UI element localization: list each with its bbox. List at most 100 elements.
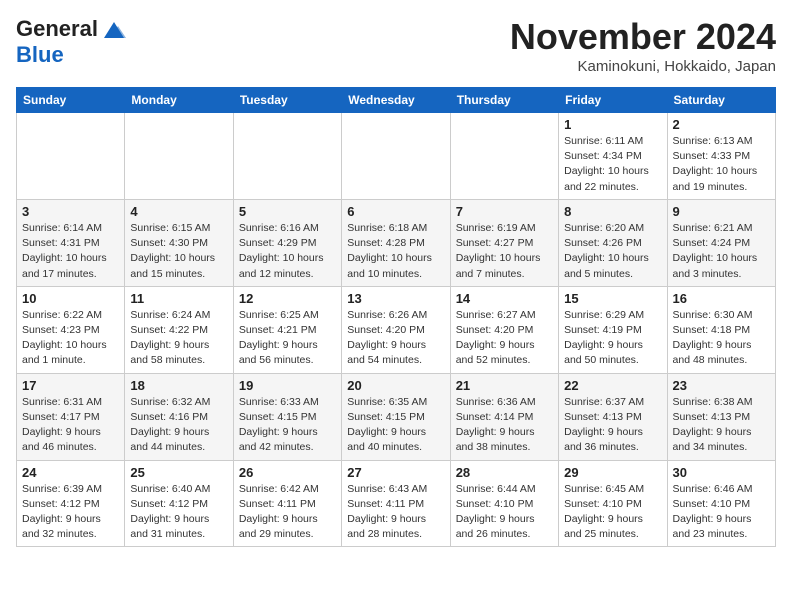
day-info: Sunrise: 6:18 AM Sunset: 4:28 PM Dayligh… bbox=[347, 221, 444, 282]
calendar-cell: 7 Sunrise: 6:19 AM Sunset: 4:27 PM Daylig… bbox=[450, 199, 558, 286]
calendar-cell bbox=[17, 113, 125, 200]
day-number: 18 bbox=[130, 378, 227, 393]
day-info: Sunrise: 6:21 AM Sunset: 4:24 PM Dayligh… bbox=[673, 221, 770, 282]
weekday-header-thursday: Thursday bbox=[450, 88, 558, 113]
calendar-cell: 28 Sunrise: 6:44 AM Sunset: 4:10 PM Dayli… bbox=[450, 460, 558, 547]
calendar-cell: 9 Sunrise: 6:21 AM Sunset: 4:24 PM Daylig… bbox=[667, 199, 775, 286]
day-number: 16 bbox=[673, 291, 770, 306]
day-info: Sunrise: 6:36 AM Sunset: 4:14 PM Dayligh… bbox=[456, 395, 553, 456]
calendar-cell: 2Sunrise: 6:13 AM Sunset: 4:33 PM Daylig… bbox=[667, 113, 775, 200]
day-number: 6 bbox=[347, 204, 444, 219]
day-info: Sunrise: 6:46 AM Sunset: 4:10 PM Dayligh… bbox=[673, 482, 770, 543]
day-info: Sunrise: 6:25 AM Sunset: 4:21 PM Dayligh… bbox=[239, 308, 336, 369]
day-info: Sunrise: 6:16 AM Sunset: 4:29 PM Dayligh… bbox=[239, 221, 336, 282]
calendar-cell: 18Sunrise: 6:32 AM Sunset: 4:16 PM Dayli… bbox=[125, 373, 233, 460]
day-info: Sunrise: 6:14 AM Sunset: 4:31 PM Dayligh… bbox=[22, 221, 119, 282]
day-info: Sunrise: 6:33 AM Sunset: 4:15 PM Dayligh… bbox=[239, 395, 336, 456]
day-number: 15 bbox=[564, 291, 661, 306]
weekday-header-wednesday: Wednesday bbox=[342, 88, 450, 113]
day-number: 14 bbox=[456, 291, 553, 306]
day-info: Sunrise: 6:40 AM Sunset: 4:12 PM Dayligh… bbox=[130, 482, 227, 543]
calendar-cell: 16 Sunrise: 6:30 AM Sunset: 4:18 PM Dayli… bbox=[667, 286, 775, 373]
calendar-table: SundayMondayTuesdayWednesdayThursdayFrid… bbox=[16, 87, 776, 547]
day-number: 22 bbox=[564, 378, 661, 393]
day-number: 24 bbox=[22, 465, 119, 480]
calendar-cell: 26 Sunrise: 6:42 AM Sunset: 4:11 PM Dayli… bbox=[233, 460, 341, 547]
calendar-cell bbox=[233, 113, 341, 200]
day-number: 13 bbox=[347, 291, 444, 306]
calendar-cell bbox=[342, 113, 450, 200]
calendar-week-2: 3 Sunrise: 6:14 AM Sunset: 4:31 PM Daylig… bbox=[17, 199, 776, 286]
calendar-cell: 10 Sunrise: 6:22 AM Sunset: 4:23 PM Dayli… bbox=[17, 286, 125, 373]
day-number: 30 bbox=[673, 465, 770, 480]
logo-blue-text: Blue bbox=[16, 42, 64, 67]
day-info: Sunrise: 6:29 AM Sunset: 4:19 PM Dayligh… bbox=[564, 308, 661, 369]
calendar-cell: 29 Sunrise: 6:45 AM Sunset: 4:10 PM Dayli… bbox=[559, 460, 667, 547]
day-info: Sunrise: 6:30 AM Sunset: 4:18 PM Dayligh… bbox=[673, 308, 770, 369]
day-number: 29 bbox=[564, 465, 661, 480]
calendar-cell: 21Sunrise: 6:36 AM Sunset: 4:14 PM Dayli… bbox=[450, 373, 558, 460]
calendar-cell: 4 Sunrise: 6:15 AM Sunset: 4:30 PM Daylig… bbox=[125, 199, 233, 286]
calendar-cell: 25Sunrise: 6:40 AM Sunset: 4:12 PM Dayli… bbox=[125, 460, 233, 547]
day-info: Sunrise: 6:31 AM Sunset: 4:17 PM Dayligh… bbox=[22, 395, 119, 456]
day-number: 12 bbox=[239, 291, 336, 306]
calendar-cell: 13 Sunrise: 6:26 AM Sunset: 4:20 PM Dayli… bbox=[342, 286, 450, 373]
day-number: 9 bbox=[673, 204, 770, 219]
day-number: 26 bbox=[239, 465, 336, 480]
calendar-cell: 30 Sunrise: 6:46 AM Sunset: 4:10 PM Dayli… bbox=[667, 460, 775, 547]
calendar-week-5: 24 Sunrise: 6:39 AM Sunset: 4:12 PM Dayli… bbox=[17, 460, 776, 547]
day-number: 28 bbox=[456, 465, 553, 480]
calendar-cell: 1Sunrise: 6:11 AM Sunset: 4:34 PM Daylig… bbox=[559, 113, 667, 200]
calendar-cell: 8 Sunrise: 6:20 AM Sunset: 4:26 PM Daylig… bbox=[559, 199, 667, 286]
day-number: 10 bbox=[22, 291, 119, 306]
calendar-week-1: 1Sunrise: 6:11 AM Sunset: 4:34 PM Daylig… bbox=[17, 113, 776, 200]
day-number: 27 bbox=[347, 465, 444, 480]
day-info: Sunrise: 6:13 AM Sunset: 4:33 PM Dayligh… bbox=[673, 134, 770, 195]
day-info: Sunrise: 6:43 AM Sunset: 4:11 PM Dayligh… bbox=[347, 482, 444, 543]
calendar-week-3: 10 Sunrise: 6:22 AM Sunset: 4:23 PM Dayli… bbox=[17, 286, 776, 373]
day-info: Sunrise: 6:39 AM Sunset: 4:12 PM Dayligh… bbox=[22, 482, 119, 543]
month-title: November 2024 bbox=[510, 16, 776, 58]
calendar-cell: 24 Sunrise: 6:39 AM Sunset: 4:12 PM Dayli… bbox=[17, 460, 125, 547]
logo: General Blue bbox=[16, 16, 128, 68]
day-number: 20 bbox=[347, 378, 444, 393]
weekday-header-friday: Friday bbox=[559, 88, 667, 113]
day-number: 19 bbox=[239, 378, 336, 393]
day-number: 8 bbox=[564, 204, 661, 219]
calendar-cell: 23Sunrise: 6:38 AM Sunset: 4:13 PM Dayli… bbox=[667, 373, 775, 460]
logo-general: General bbox=[16, 16, 98, 42]
day-info: Sunrise: 6:24 AM Sunset: 4:22 PM Dayligh… bbox=[130, 308, 227, 369]
calendar-cell bbox=[125, 113, 233, 200]
weekday-header-sunday: Sunday bbox=[17, 88, 125, 113]
calendar-cell: 12 Sunrise: 6:25 AM Sunset: 4:21 PM Dayli… bbox=[233, 286, 341, 373]
day-info: Sunrise: 6:44 AM Sunset: 4:10 PM Dayligh… bbox=[456, 482, 553, 543]
day-info: Sunrise: 6:35 AM Sunset: 4:15 PM Dayligh… bbox=[347, 395, 444, 456]
day-info: Sunrise: 6:42 AM Sunset: 4:11 PM Dayligh… bbox=[239, 482, 336, 543]
day-number: 5 bbox=[239, 204, 336, 219]
calendar-cell: 3 Sunrise: 6:14 AM Sunset: 4:31 PM Daylig… bbox=[17, 199, 125, 286]
day-info: Sunrise: 6:22 AM Sunset: 4:23 PM Dayligh… bbox=[22, 308, 119, 369]
day-info: Sunrise: 6:45 AM Sunset: 4:10 PM Dayligh… bbox=[564, 482, 661, 543]
day-info: Sunrise: 6:19 AM Sunset: 4:27 PM Dayligh… bbox=[456, 221, 553, 282]
day-number: 17 bbox=[22, 378, 119, 393]
day-number: 23 bbox=[673, 378, 770, 393]
calendar-cell: 22Sunrise: 6:37 AM Sunset: 4:13 PM Dayli… bbox=[559, 373, 667, 460]
day-number: 11 bbox=[130, 291, 227, 306]
calendar-cell: 17 Sunrise: 6:31 AM Sunset: 4:17 PM Dayli… bbox=[17, 373, 125, 460]
day-info: Sunrise: 6:20 AM Sunset: 4:26 PM Dayligh… bbox=[564, 221, 661, 282]
day-number: 4 bbox=[130, 204, 227, 219]
weekday-header-saturday: Saturday bbox=[667, 88, 775, 113]
page-header: General Blue November 2024 Kaminokuni, H… bbox=[16, 16, 776, 75]
day-info: Sunrise: 6:11 AM Sunset: 4:34 PM Dayligh… bbox=[564, 134, 661, 195]
day-info: Sunrise: 6:15 AM Sunset: 4:30 PM Dayligh… bbox=[130, 221, 227, 282]
day-number: 3 bbox=[22, 204, 119, 219]
calendar-cell bbox=[450, 113, 558, 200]
calendar-cell: 11 Sunrise: 6:24 AM Sunset: 4:22 PM Dayli… bbox=[125, 286, 233, 373]
calendar-cell: 15 Sunrise: 6:29 AM Sunset: 4:19 PM Dayli… bbox=[559, 286, 667, 373]
location-title: Kaminokuni, Hokkaido, Japan bbox=[510, 58, 776, 75]
calendar-cell: 6 Sunrise: 6:18 AM Sunset: 4:28 PM Daylig… bbox=[342, 199, 450, 286]
calendar-cell: 5 Sunrise: 6:16 AM Sunset: 4:29 PM Daylig… bbox=[233, 199, 341, 286]
day-number: 7 bbox=[456, 204, 553, 219]
day-info: Sunrise: 6:26 AM Sunset: 4:20 PM Dayligh… bbox=[347, 308, 444, 369]
weekday-header-tuesday: Tuesday bbox=[233, 88, 341, 113]
